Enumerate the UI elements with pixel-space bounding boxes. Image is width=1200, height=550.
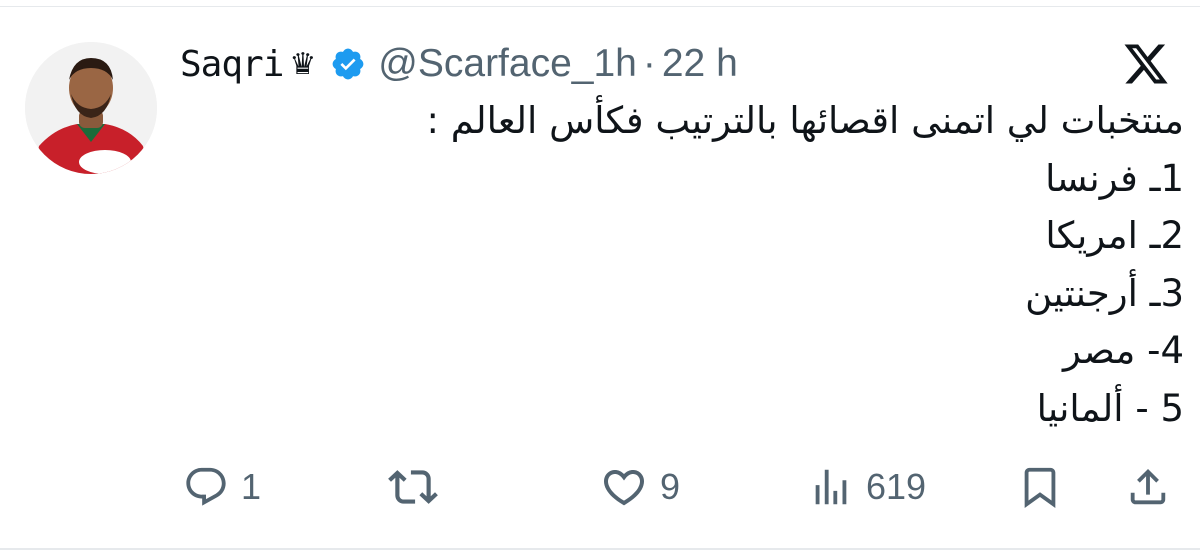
display-name[interactable]: Saqri: [180, 44, 284, 85]
verified-badge-icon: [330, 46, 366, 82]
action-bar: 1 9 619: [0, 455, 1200, 519]
reply-icon: [183, 464, 229, 510]
x-logo-icon[interactable]: [1122, 40, 1170, 88]
tweet-text-line: 3ـ أرجنتين: [1025, 271, 1184, 315]
retweet-icon: [388, 462, 438, 512]
tweet-text-line: 1ـ فرنسا: [1045, 156, 1184, 200]
crown-emoji: ♛: [289, 46, 317, 82]
views-icon: [808, 464, 854, 510]
timestamp[interactable]: 22 h: [662, 42, 738, 86]
tweet-text-line: 2ـ امريكا: [1045, 214, 1184, 257]
like-button[interactable]: 9: [600, 455, 680, 519]
tweet-text-line: 5 - ألمانيا: [1036, 386, 1184, 430]
bookmark-icon: [1017, 464, 1063, 510]
share-button[interactable]: [1125, 455, 1171, 519]
view-count: 619: [866, 466, 927, 507]
separator-dot: ·: [642, 42, 656, 85]
views-button[interactable]: 619: [808, 455, 926, 519]
bookmark-button[interactable]: [1017, 455, 1063, 519]
like-count: 9: [660, 466, 681, 507]
avatar-image: [25, 42, 157, 174]
tweet-text-line: منتخبات لي اتمنى اقصائها بالترتيب فكأس ا…: [426, 99, 1185, 142]
reply-count: 1: [241, 466, 262, 507]
top-divider: [0, 6, 1200, 7]
reply-button[interactable]: 1: [183, 455, 261, 519]
tweet-header: Saqri ♛ @Scarface_1h · 22 h: [180, 36, 738, 92]
tweet-text: منتخبات لي اتمنى اقصائها بالترتيب فكأس ا…: [184, 92, 1185, 437]
share-icon: [1125, 464, 1171, 510]
tweet-text-line: 4- مصر: [1063, 329, 1184, 372]
heart-icon: [600, 463, 648, 511]
avatar[interactable]: [25, 42, 157, 174]
user-handle[interactable]: @Scarface_1h: [378, 42, 637, 86]
retweet-button[interactable]: [388, 455, 450, 519]
tweet-card[interactable]: Saqri ♛ @Scarface_1h · 22 h منتخبات لي ا…: [0, 0, 1200, 550]
